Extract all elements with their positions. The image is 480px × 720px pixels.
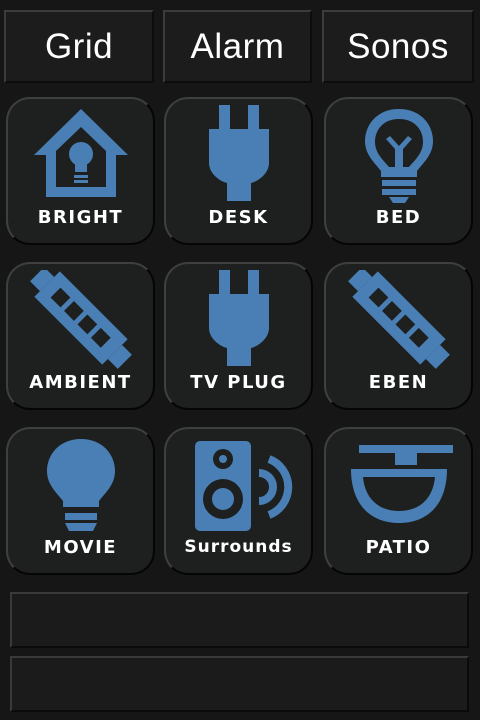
tile-patio[interactable]: PATIO [324,427,473,575]
tile-ambient[interactable]: AMBIENT [6,262,155,410]
tab-label: Sonos [347,26,449,66]
tile-surrounds[interactable]: Surrounds [164,427,313,575]
tile-label: DESK [208,207,269,228]
plug-icon [166,270,311,370]
tile-label: BRIGHT [37,207,124,228]
led-strip-icon [8,270,153,370]
tile-eben[interactable]: EBEN [324,262,473,410]
led-strip-icon [326,270,471,370]
tab-label: Grid [44,26,114,66]
tab-sonos[interactable]: Sonos [322,10,474,83]
empty-panel-2 [10,656,469,712]
tile-label: PATIO [365,537,432,558]
tile-label: Surrounds [184,537,293,557]
tile-bright[interactable]: BRIGHT [6,97,155,245]
lightbulb-icon [8,435,153,535]
speaker-icon [166,435,311,535]
tile-label: TV PLUG [190,372,287,393]
empty-panel-1 [10,592,469,648]
lightbulb-outline-icon [326,105,471,205]
tile-label: AMBIENT [29,372,132,393]
tab-label: Alarm [190,26,285,66]
tab-grid[interactable]: Grid [4,10,154,83]
home-control-panel: Grid Alarm Sonos BRIGHT DESK BED AMBIENT… [0,0,480,720]
tile-bed[interactable]: BED [324,97,473,245]
tile-label: MOVIE [43,537,118,558]
house-bulb-icon [8,105,153,205]
ceiling-lamp-icon [326,435,471,535]
tab-alarm[interactable]: Alarm [163,10,312,83]
tile-desk[interactable]: DESK [164,97,313,245]
tile-tv-plug[interactable]: TV PLUG [164,262,313,410]
tile-label: EBEN [368,372,429,393]
tile-label: BED [375,207,422,228]
tile-movie[interactable]: MOVIE [6,427,155,575]
plug-icon [166,105,311,205]
